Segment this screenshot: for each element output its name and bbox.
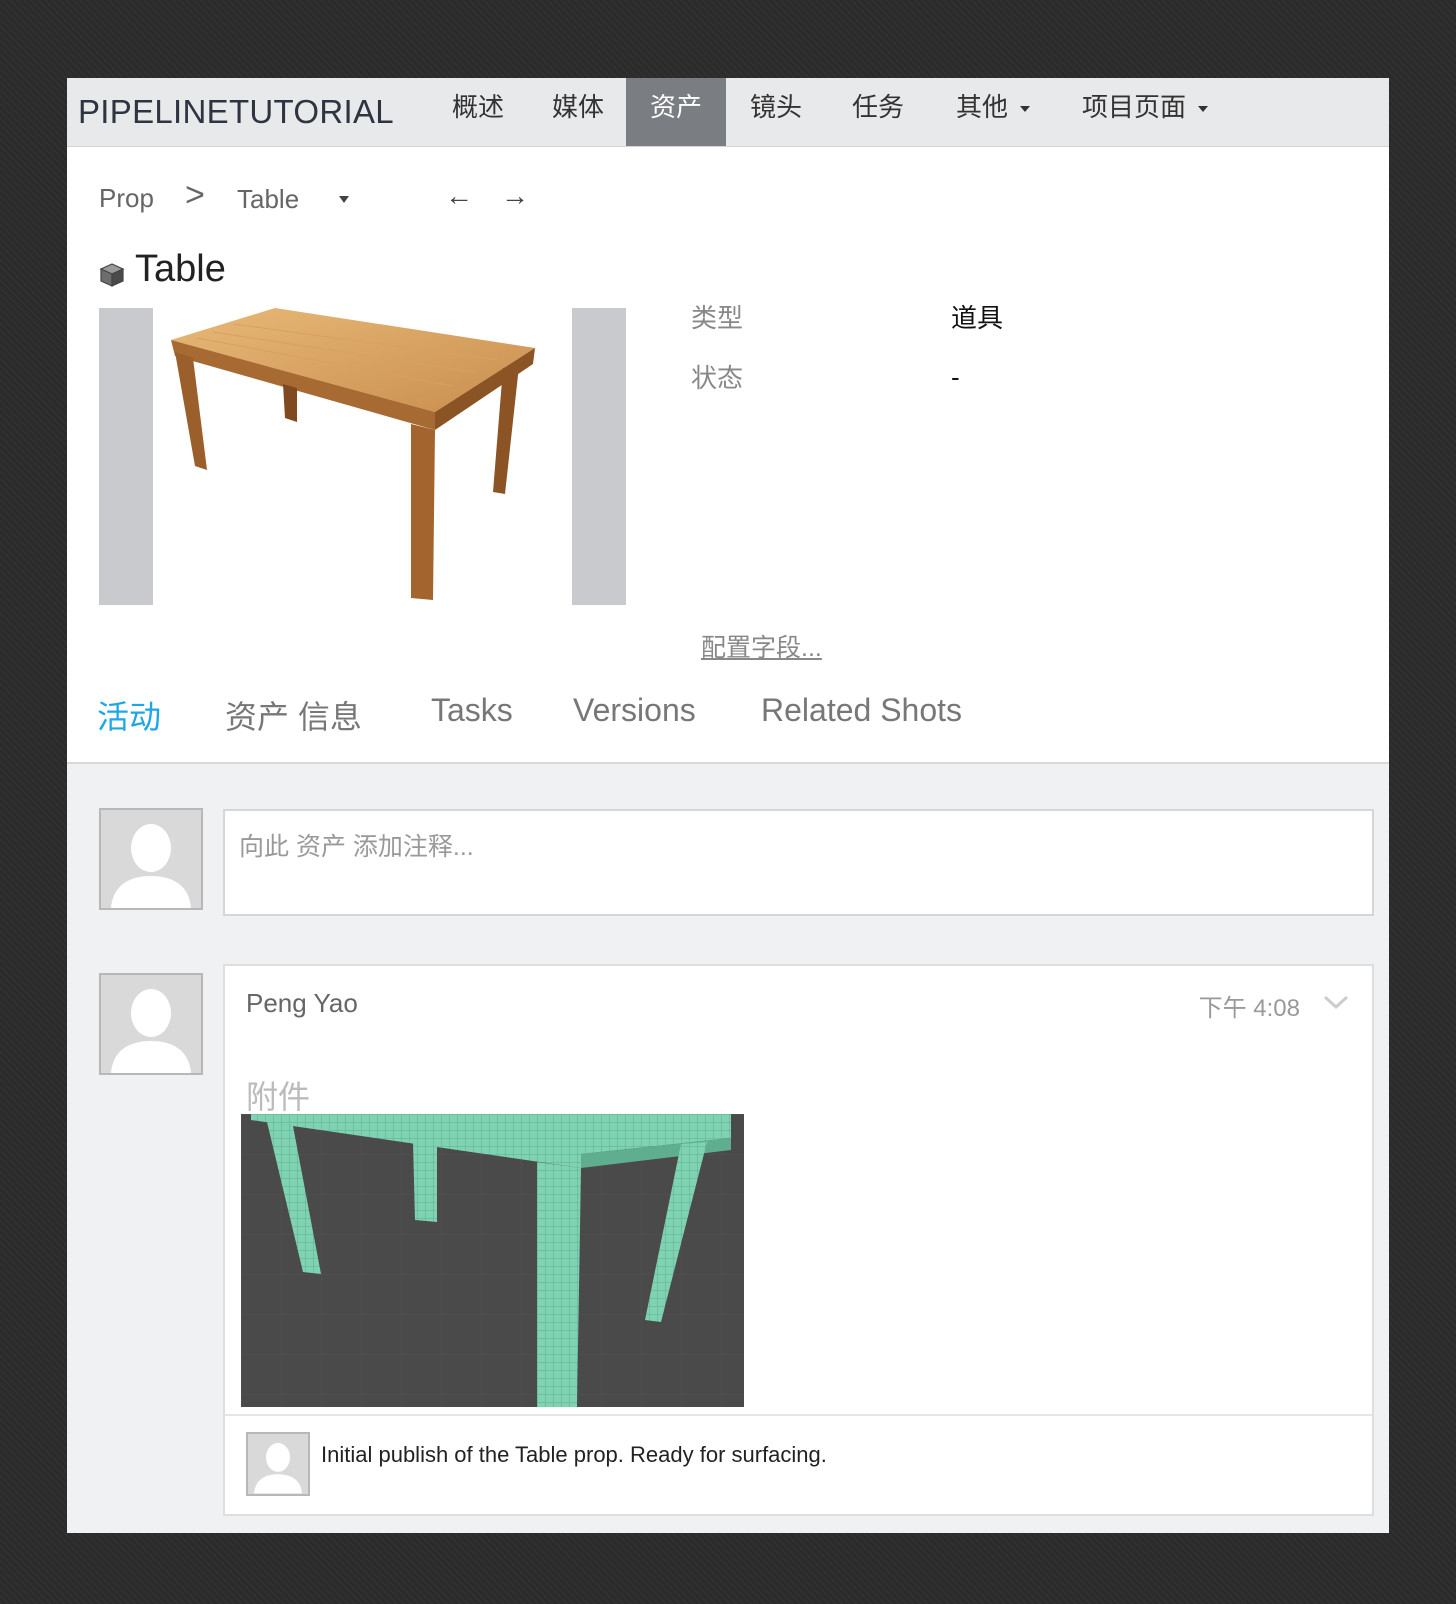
activity-stream: Peng Yao 下午 4:08 附件 xyxy=(67,764,1389,1533)
tab-related-shots[interactable]: Related Shots xyxy=(761,692,962,729)
nav-media[interactable]: 媒体 xyxy=(541,78,615,146)
nav-other[interactable]: 其他 xyxy=(943,78,1043,146)
activity-time: 下午 4:08 xyxy=(1198,995,1300,1022)
field-value-type[interactable]: 道具 xyxy=(951,298,1003,335)
user-silhouette-icon xyxy=(254,1443,302,1494)
card-divider xyxy=(225,1414,1372,1416)
asset-title: Table xyxy=(135,248,226,290)
activity-author[interactable]: Peng Yao xyxy=(246,988,358,1019)
attachment-thumbnail[interactable] xyxy=(241,1114,744,1407)
field-label-type: 类型 xyxy=(691,303,744,333)
caret-down-icon xyxy=(1198,106,1208,113)
chevron-down-icon[interactable] xyxy=(1322,992,1350,1012)
avatar xyxy=(99,973,203,1075)
thumbnail-image xyxy=(153,308,572,605)
top-navbar: PIPELINETUTORIAL 概述 媒体 资产 镜头 任务 其他 项目页面 xyxy=(67,78,1389,147)
wooden-table-icon xyxy=(171,308,535,600)
tab-versions[interactable]: Versions xyxy=(573,692,696,729)
field-label-status: 状态 xyxy=(691,363,744,393)
cube-icon xyxy=(99,263,125,287)
asset-thumbnail[interactable] xyxy=(99,308,626,605)
nav-project-pages[interactable]: 项目页面 xyxy=(1065,78,1225,146)
nav-assets[interactable]: 资产 xyxy=(626,78,726,146)
user-silhouette-icon xyxy=(111,989,191,1073)
arrow-left-icon[interactable]: ← xyxy=(445,180,473,212)
breadcrumb-current[interactable]: Table xyxy=(237,184,299,215)
avatar xyxy=(99,808,203,910)
table-wireframe-icon xyxy=(241,1114,744,1407)
nav-overview[interactable]: 概述 xyxy=(441,78,515,146)
tab-asset-info[interactable]: 资产 信息 xyxy=(225,692,362,738)
nav-shots[interactable]: 镜头 xyxy=(739,78,813,146)
caret-down-icon xyxy=(1020,106,1030,113)
project-brand[interactable]: PIPELINETUTORIAL xyxy=(78,78,394,146)
asset-detail-page: PIPELINETUTORIAL 概述 媒体 资产 镜头 任务 其他 项目页面 … xyxy=(67,78,1389,1533)
breadcrumb-parent[interactable]: Prop xyxy=(99,183,154,214)
activity-card: Peng Yao 下午 4:08 附件 Initial publish of t… xyxy=(223,964,1374,1516)
breadcrumb-dropdown-caret-icon[interactable] xyxy=(339,196,349,203)
nav-tasks[interactable]: 任务 xyxy=(841,78,915,146)
note-input[interactable] xyxy=(223,809,1374,916)
arrow-right-icon[interactable]: → xyxy=(501,180,529,212)
avatar xyxy=(246,1432,310,1496)
tab-activity[interactable]: 活动 xyxy=(97,692,161,738)
attachments-label: 附件 xyxy=(246,1079,311,1115)
configure-fields-link[interactable]: 配置字段... xyxy=(701,628,822,664)
activity-comment: Initial publish of the Table prop. Ready… xyxy=(321,1442,827,1467)
field-value-status[interactable]: - xyxy=(951,362,960,393)
tab-tasks[interactable]: Tasks xyxy=(431,692,513,729)
user-silhouette-icon xyxy=(111,824,191,908)
breadcrumb-separator: > xyxy=(185,176,205,214)
